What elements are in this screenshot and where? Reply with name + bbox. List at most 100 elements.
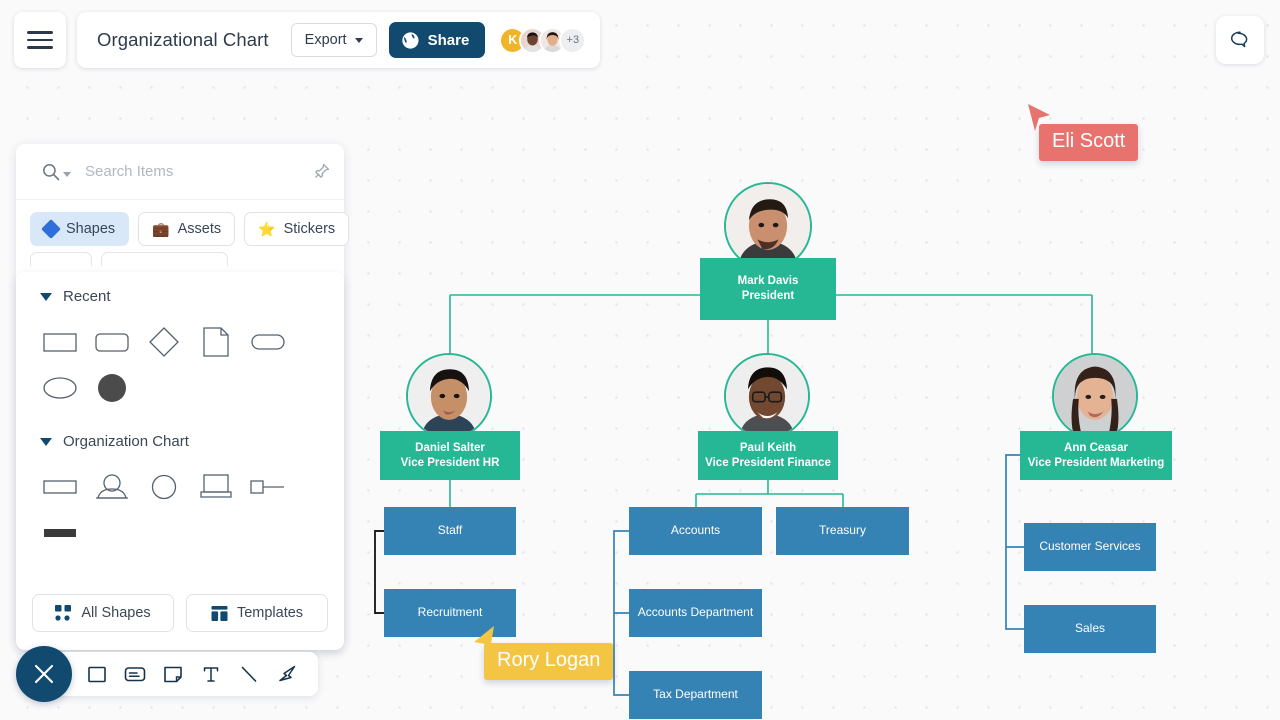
templates-label: Templates bbox=[236, 605, 304, 621]
close-button[interactable] bbox=[16, 646, 72, 702]
shape-org-rectangle[interactable] bbox=[34, 464, 86, 510]
shape-rectangle[interactable] bbox=[34, 319, 86, 365]
node-name: Treasury bbox=[819, 523, 866, 538]
templates-button[interactable]: Templates bbox=[186, 594, 328, 632]
node-role: Vice President Marketing bbox=[1027, 456, 1165, 469]
tab-label: Assets bbox=[177, 221, 222, 237]
org-node-finance[interactable]: Paul Keith Vice President Finance bbox=[698, 431, 838, 480]
comment-button[interactable] bbox=[1216, 16, 1264, 64]
tab-stickers[interactable]: ⭐ Stickers bbox=[244, 212, 350, 246]
share-button[interactable]: Share bbox=[388, 22, 486, 58]
note-tool-button[interactable] bbox=[156, 657, 190, 691]
chevron-down-icon bbox=[40, 437, 52, 446]
org-node-treasury[interactable]: Treasury bbox=[776, 507, 909, 555]
search-filter-chevron-icon[interactable] bbox=[63, 171, 71, 177]
subtab-right[interactable] bbox=[101, 252, 228, 266]
rectangle-tool-button[interactable] bbox=[80, 657, 114, 691]
card-tool-button[interactable] bbox=[118, 657, 152, 691]
node-name: Tax Department bbox=[653, 687, 738, 702]
tab-assets[interactable]: 💼 Assets bbox=[138, 212, 236, 246]
export-button[interactable]: Export bbox=[290, 23, 377, 57]
subtab-left[interactable] bbox=[30, 252, 92, 266]
globe-icon bbox=[401, 31, 420, 49]
node-role: President bbox=[741, 290, 795, 302]
org-node-hr[interactable]: Daniel Salter Vice President HR bbox=[380, 431, 520, 480]
bottom-toolbar bbox=[16, 646, 318, 702]
pin-icon[interactable] bbox=[313, 163, 330, 180]
top-header: Organizational Chart Export Share K +3 bbox=[14, 12, 601, 68]
org-node-root[interactable]: Mark Davis President bbox=[700, 258, 836, 320]
shape-org-bar[interactable] bbox=[34, 510, 86, 556]
photo-paul-keith bbox=[726, 355, 808, 437]
panel-footer: All Shapes Templates bbox=[16, 594, 344, 650]
shape-rounded-rectangle[interactable] bbox=[86, 319, 138, 365]
briefcase-icon: 💼 bbox=[152, 221, 170, 237]
shape-ellipse[interactable] bbox=[34, 365, 86, 411]
org-node-staff[interactable]: Staff bbox=[384, 507, 516, 555]
cursor-name: Eli Scott bbox=[1052, 130, 1126, 152]
share-label: Share bbox=[427, 31, 470, 49]
org-node-marketing[interactable]: Ann Ceasar Vice President Marketing bbox=[1020, 431, 1172, 480]
org-node-customer-services[interactable]: Customer Services bbox=[1024, 523, 1156, 571]
shape-org-table[interactable] bbox=[190, 464, 242, 510]
line-icon bbox=[241, 666, 257, 682]
tab-label: Shapes bbox=[66, 221, 116, 237]
node-name: Staff bbox=[437, 523, 463, 538]
avatar bbox=[724, 182, 812, 270]
shape-filled-circle[interactable] bbox=[86, 365, 138, 411]
chevron-down-icon bbox=[40, 292, 52, 301]
hamburger-icon bbox=[27, 26, 53, 53]
group-header-organization-chart[interactable]: Organization Chart bbox=[16, 433, 344, 450]
page-title: Organizational Chart bbox=[97, 29, 269, 50]
square-icon bbox=[88, 666, 106, 683]
node-name: Daniel Salter bbox=[415, 441, 485, 454]
node-name: Paul Keith bbox=[739, 441, 797, 454]
tab-shapes[interactable]: Shapes bbox=[30, 212, 130, 246]
org-node-accounts[interactable]: Accounts bbox=[629, 507, 762, 555]
all-shapes-label: All Shapes bbox=[81, 605, 151, 621]
collaborator-avatars[interactable]: K +3 bbox=[499, 26, 587, 54]
tool-strip bbox=[46, 652, 318, 696]
group-header-recent[interactable]: Recent bbox=[16, 288, 344, 305]
shape-diamond[interactable] bbox=[138, 319, 190, 365]
shapes-panel: Shapes 💼 Assets ⭐ Stickers Recent bbox=[16, 144, 350, 650]
org-node-sales[interactable]: Sales bbox=[1024, 605, 1156, 653]
cursor-pointer-eli-scott bbox=[1026, 102, 1054, 141]
node-role: Vice President Finance bbox=[705, 456, 831, 469]
avatar bbox=[406, 353, 492, 439]
search-icon[interactable] bbox=[42, 163, 60, 181]
avatar-overflow-count[interactable]: +3 bbox=[559, 26, 587, 54]
shape-org-person[interactable] bbox=[86, 464, 138, 510]
search-input[interactable] bbox=[85, 163, 313, 180]
pen-tool-button[interactable] bbox=[270, 657, 304, 691]
node-name: Accounts Department bbox=[637, 605, 754, 620]
shape-org-callout[interactable] bbox=[242, 464, 294, 510]
text-tool-button[interactable] bbox=[194, 657, 228, 691]
avatar bbox=[724, 353, 810, 439]
org-node-tax-department[interactable]: Tax Department bbox=[629, 671, 762, 719]
shape-stadium[interactable] bbox=[242, 319, 294, 365]
photo-mark-davis bbox=[726, 184, 810, 268]
header-card: Organizational Chart Export Share K +3 bbox=[77, 12, 601, 68]
all-shapes-button[interactable]: All Shapes bbox=[32, 594, 174, 632]
photo-daniel-salter bbox=[408, 355, 490, 437]
diamond-icon bbox=[41, 219, 61, 239]
card-icon bbox=[124, 667, 146, 682]
org-node-accounts-department[interactable]: Accounts Department bbox=[629, 589, 762, 637]
panel-tabs: Shapes 💼 Assets ⭐ Stickers bbox=[16, 200, 350, 246]
shape-document[interactable] bbox=[190, 319, 242, 365]
hamburger-menu-button[interactable] bbox=[14, 12, 66, 68]
avatar bbox=[1052, 353, 1138, 439]
chevron-down-icon bbox=[354, 37, 363, 43]
all-shapes-icon bbox=[55, 604, 72, 621]
export-label: Export bbox=[304, 32, 347, 48]
cursor-name: Rory Logan bbox=[497, 649, 601, 671]
node-name: Recruitment bbox=[417, 605, 483, 620]
line-tool-button[interactable] bbox=[232, 657, 266, 691]
shape-org-circle[interactable] bbox=[138, 464, 190, 510]
shape-row-organization-chart bbox=[16, 464, 344, 556]
cursor-label-rory-logan: Rory Logan bbox=[484, 643, 614, 680]
group-title: Organization Chart bbox=[63, 433, 189, 450]
pen-icon bbox=[279, 665, 296, 682]
photo-ann-ceasar bbox=[1054, 355, 1136, 437]
